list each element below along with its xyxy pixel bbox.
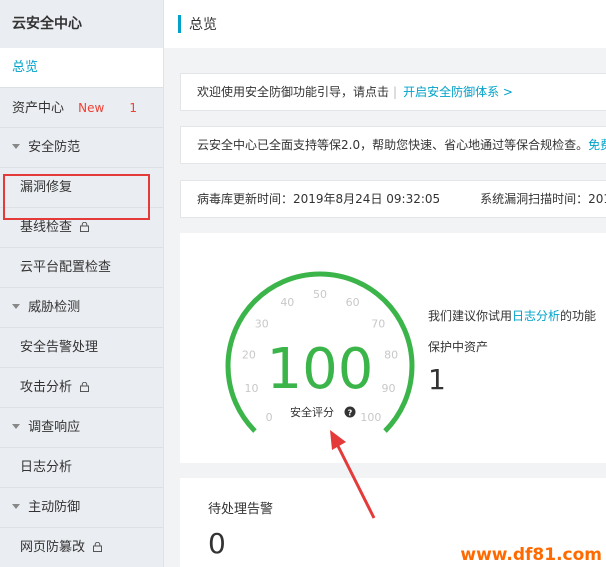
sidebar-item-overview[interactable]: 总览: [0, 48, 163, 88]
watermark: www.df81.com: [460, 545, 602, 565]
sidebar-item-label: 日志分析: [20, 460, 73, 475]
enable-defense-link[interactable]: 开启安全防御体系 >: [403, 85, 513, 99]
sidebar-item-label: 云平台配置检查: [20, 260, 112, 275]
security-score-gauge: 0 10 20 30 40 50 60 70 80 90 100 100 安全评分?: [225, 271, 415, 433]
sidebar-item-baseline[interactable]: 基线检查: [0, 208, 163, 248]
lock-icon: [80, 381, 90, 392]
gauge-tick-label: 10: [245, 382, 259, 395]
protected-assets-count[interactable]: 1: [428, 363, 606, 396]
guide-notice: 欢迎使用安全防御功能引导，请点击 | 开启安全防御体系 >: [180, 73, 606, 111]
sidebar-item-log-analysis[interactable]: 日志分析: [0, 448, 163, 488]
compliance-text: 云安全中心已全面支持等保2.0，帮助您快速、省心地通过等保合规检查。: [197, 138, 589, 152]
header-accent-bar: [178, 15, 181, 33]
caret-down-icon: [12, 304, 20, 309]
security-score-card: 0 10 20 30 40 50 60 70 80 90 100 100 安全评分? 我们建议你试用日志…: [180, 233, 606, 463]
suggestion-prefix: 我们建议你试用: [428, 309, 513, 323]
score-info: 我们建议你试用日志分析的功能 保护中资产 1: [428, 307, 606, 396]
gauge-tick-label: 70: [371, 318, 385, 331]
sidebar-group-prevention[interactable]: 安全防范: [0, 128, 163, 168]
gauge-tick-label: 90: [381, 382, 395, 395]
gauge-tick-label: 60: [346, 296, 360, 309]
caret-down-icon: [12, 504, 20, 509]
sidebar-item-alerts[interactable]: 安全告警处理: [0, 328, 163, 368]
sidebar-item-label: 总览: [12, 60, 39, 75]
vuln-scan-time: 系统漏洞扫描时间：2019年: [480, 192, 606, 206]
help-question-mark: ?: [348, 409, 353, 418]
gauge-tick-label: 20: [242, 349, 256, 362]
sidebar-item-assets[interactable]: 资产中心 New 1: [0, 88, 163, 128]
sidebar-group-investigate[interactable]: 调查响应: [0, 408, 163, 448]
page-header: 总览: [164, 0, 606, 48]
sidebar-group-label: 调查响应: [28, 420, 81, 435]
count-badge: 1: [129, 101, 137, 115]
sidebar-group-label: 主动防御: [28, 500, 81, 515]
suggestion-text: 我们建议你试用日志分析的功能: [428, 307, 606, 324]
gauge-tick-label: 0: [266, 411, 273, 424]
security-score-value: 100: [267, 337, 374, 402]
sidebar-item-attack-analysis[interactable]: 攻击分析: [0, 368, 163, 408]
lock-icon: [80, 221, 90, 232]
sidebar-item-label: 漏洞修复: [20, 180, 73, 195]
caret-down-icon: [12, 144, 20, 149]
guide-text: 欢迎使用安全防御功能引导，请点击: [197, 85, 390, 99]
sidebar-item-vuln-fix[interactable]: 漏洞修复: [0, 168, 163, 208]
sidebar-group-label: 威胁检测: [28, 300, 81, 315]
log-analysis-link[interactable]: 日志分析: [512, 309, 560, 323]
gauge-tick-label: 50: [313, 288, 327, 301]
sidebar-item-label: 攻击分析: [20, 380, 73, 395]
sidebar-group-label: 安全防范: [28, 140, 81, 155]
gauge-tick-label: 40: [280, 296, 294, 309]
sidebar-item-cloud-config[interactable]: 云平台配置检查: [0, 248, 163, 288]
gauge-tick-label: 30: [255, 318, 269, 331]
sidebar-item-tamper-protect[interactable]: 网页防篡改: [0, 528, 163, 567]
sidebar-item-label: 网页防篡改: [20, 540, 86, 555]
virus-db-time: 病毒库更新时间：2019年8月24日 09:32:05: [197, 192, 441, 206]
page-title: 总览: [189, 17, 217, 33]
sidebar-item-label: 资产中心: [12, 101, 65, 116]
gauge-tick-label: 100: [360, 411, 381, 424]
suggestion-suffix: 的功能: [560, 309, 597, 323]
sidebar-brand: 云安全中心: [12, 16, 82, 32]
sidebar: 云安全中心 总览 资产中心 New 1 安全防范 漏洞修复 基线检查 云平台配置…: [0, 0, 164, 567]
security-score-label: 安全评分: [290, 405, 334, 419]
lock-icon: [93, 541, 103, 552]
sidebar-group-threat[interactable]: 威胁检测: [0, 288, 163, 328]
sidebar-group-active-defense[interactable]: 主动防御: [0, 488, 163, 528]
caret-down-icon: [12, 424, 20, 429]
gauge-tick-label: 80: [384, 349, 398, 362]
sidebar-item-label: 安全告警处理: [20, 340, 99, 355]
main-content: 总览 欢迎使用安全防御功能引导，请点击 | 开启安全防御体系 > 云安全中心已全面支…: [164, 0, 606, 567]
scan-time-notice: 病毒库更新时间：2019年8月24日 09:32:05 系统漏洞扫描时间：2019…: [180, 180, 606, 218]
pending-alerts-label: 待处理告警: [208, 502, 274, 517]
protected-assets-label: 保护中资产: [428, 340, 489, 354]
compliance-notice: 云安全中心已全面支持等保2.0，帮助您快速、省心地通过等保合规检查。免费: [180, 126, 606, 164]
free-link[interactable]: 免费: [588, 138, 606, 152]
sidebar-item-label: 基线检查: [20, 220, 73, 235]
new-badge: New: [78, 101, 105, 115]
